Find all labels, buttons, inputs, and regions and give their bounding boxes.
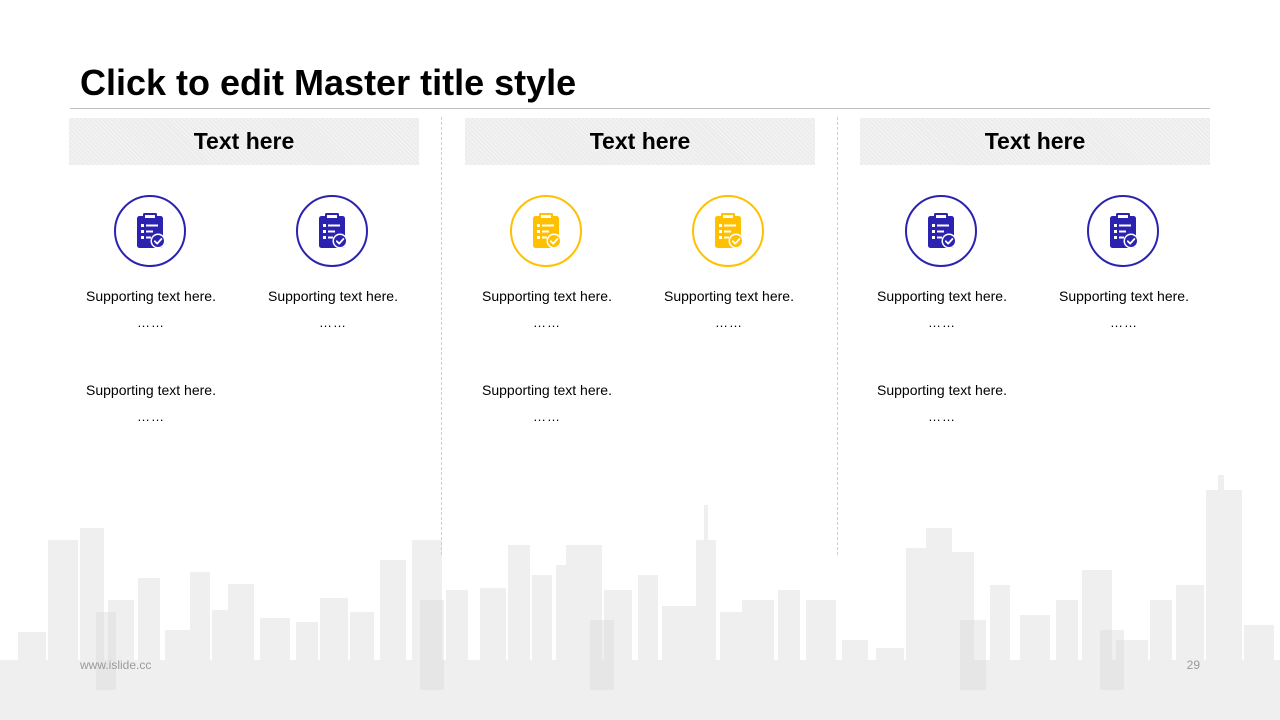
column-header[interactable]: Text here xyxy=(860,118,1210,165)
clipboard-check-icon xyxy=(1087,195,1159,267)
supporting-text[interactable]: Supporting text here. xyxy=(248,288,418,304)
content-column-2: Text here Supporting text here. …… Suppo… xyxy=(465,118,815,438)
footer-url: www.islide.cc xyxy=(80,658,152,672)
ellipsis-text: …… xyxy=(319,315,347,330)
slide-title[interactable]: Click to edit Master title style xyxy=(80,61,576,105)
supporting-text[interactable]: Supporting text here. xyxy=(1039,288,1209,304)
supporting-text[interactable]: Supporting text here. xyxy=(462,288,632,304)
content-column-1: Text here Supporting text here. …… Suppo… xyxy=(69,118,419,438)
supporting-text[interactable]: Supporting text here. xyxy=(66,288,236,304)
page-number: 29 xyxy=(1186,658,1200,672)
ellipsis-text: …… xyxy=(533,315,561,330)
column-divider xyxy=(441,117,442,555)
clipboard-check-icon xyxy=(692,195,764,267)
title-divider xyxy=(70,108,1210,109)
ellipsis-text: …… xyxy=(1110,315,1138,330)
supporting-text[interactable]: Supporting text here. xyxy=(66,382,236,398)
supporting-text[interactable]: Supporting text here. xyxy=(644,288,814,304)
supporting-text[interactable]: Supporting text here. xyxy=(857,288,1027,304)
ellipsis-text: …… xyxy=(928,409,956,424)
ellipsis-text: …… xyxy=(928,315,956,330)
ellipsis-text: …… xyxy=(533,409,561,424)
clipboard-check-icon xyxy=(905,195,977,267)
clipboard-check-icon xyxy=(114,195,186,267)
supporting-text[interactable]: Supporting text here. xyxy=(857,382,1027,398)
column-header[interactable]: Text here xyxy=(69,118,419,165)
ellipsis-text: …… xyxy=(715,315,743,330)
clipboard-check-icon xyxy=(510,195,582,267)
column-divider xyxy=(837,117,838,555)
column-header[interactable]: Text here xyxy=(465,118,815,165)
ellipsis-text: …… xyxy=(137,409,165,424)
content-column-3: Text here Supporting text here. …… Suppo… xyxy=(860,118,1210,438)
ellipsis-text: …… xyxy=(137,315,165,330)
clipboard-check-icon xyxy=(296,195,368,267)
supporting-text[interactable]: Supporting text here. xyxy=(462,382,632,398)
